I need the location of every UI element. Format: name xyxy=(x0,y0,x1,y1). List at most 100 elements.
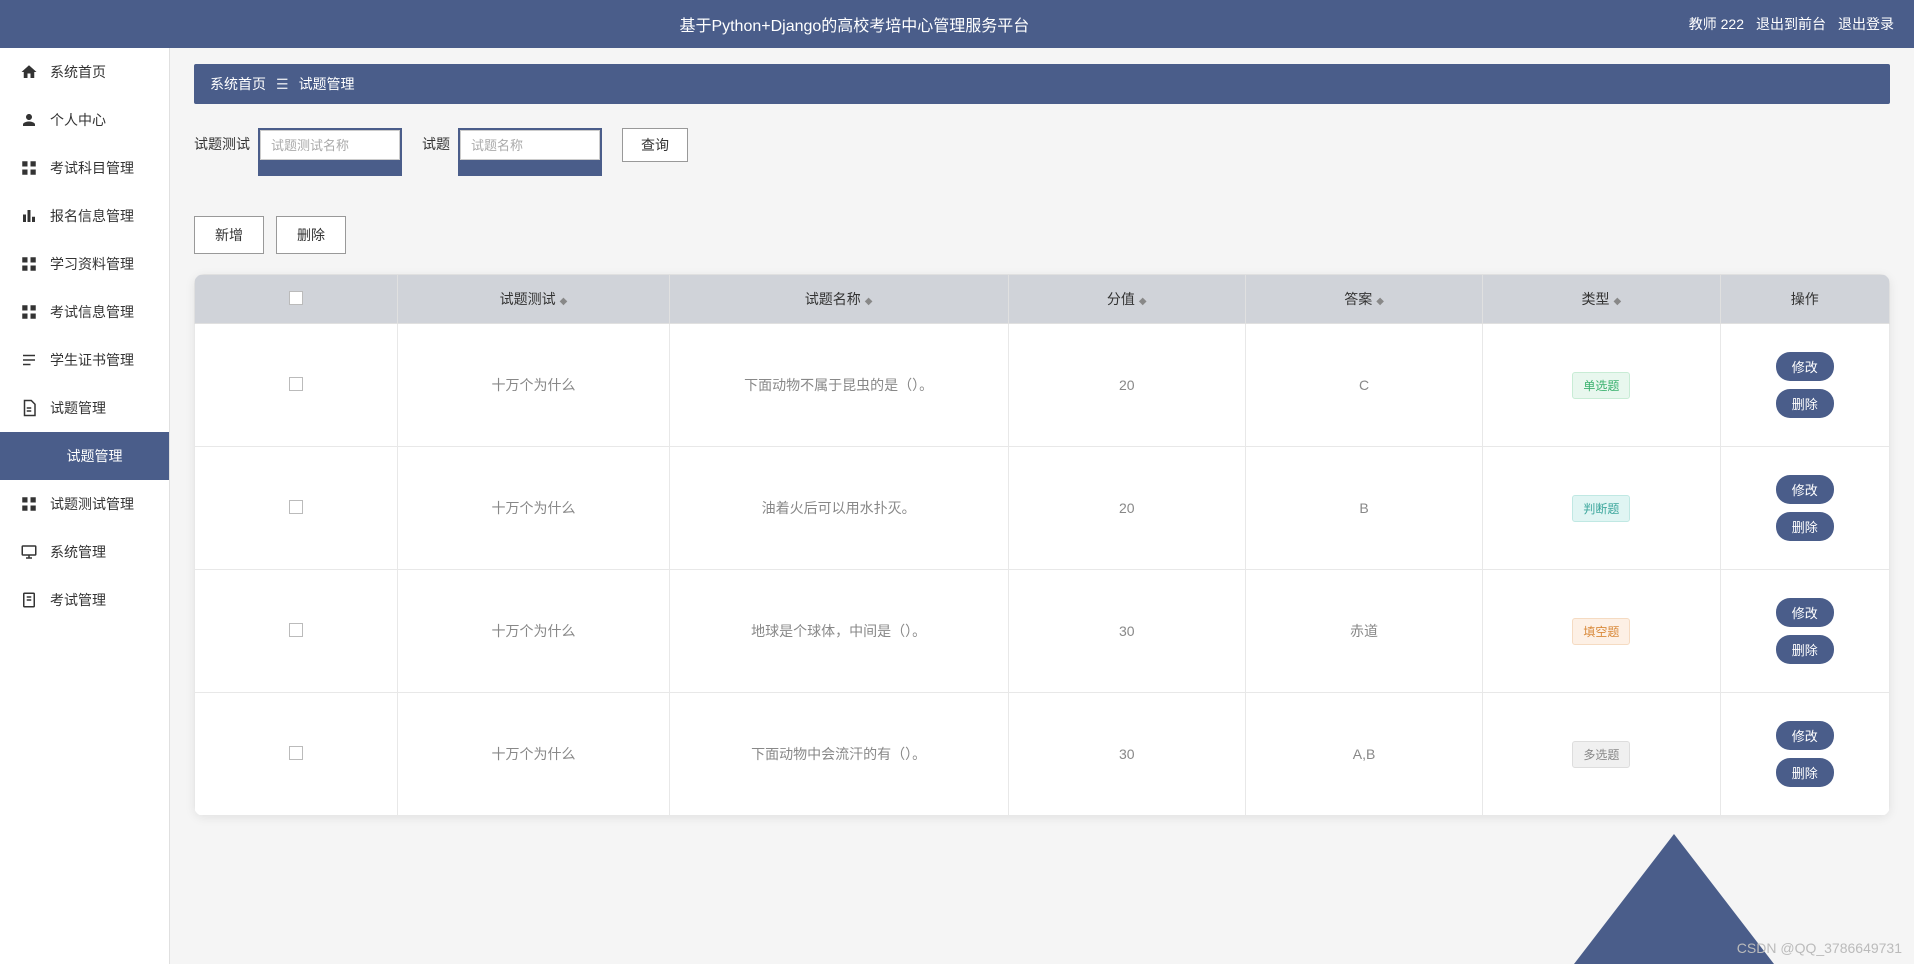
sidebar-item-1[interactable]: 个人中心 xyxy=(0,96,169,144)
logout-link[interactable]: 退出登录 xyxy=(1838,14,1894,34)
cell-score: 30 xyxy=(1008,570,1245,693)
sidebar-item-2[interactable]: 考试科目管理 xyxy=(0,144,169,192)
edit-button[interactable]: 修改 xyxy=(1776,721,1834,750)
grid-icon xyxy=(20,495,38,513)
edit-button[interactable]: 修改 xyxy=(1776,475,1834,504)
cell-test: 十万个为什么 xyxy=(398,693,669,816)
sidebar-item-9[interactable]: 试题测试管理 xyxy=(0,480,169,528)
sidebar: 系统首页个人中心考试科目管理报名信息管理学习资料管理考试信息管理学生证书管理试题… xyxy=(0,48,170,964)
cell-op: 修改 删除 xyxy=(1720,447,1890,570)
bars-icon xyxy=(20,207,38,225)
sidebar-item-label: 考试信息管理 xyxy=(50,302,134,322)
app-title: 基于Python+Django的高校考培中心管理服务平台 xyxy=(20,12,1689,36)
home-icon xyxy=(20,63,38,81)
filter-group-name: 试题 xyxy=(422,128,602,176)
input-wrap xyxy=(258,128,402,176)
table-row: 十万个为什么 地球是个球体，中间是（）。 30 赤道 填空题 修改 删除 xyxy=(195,570,1890,693)
type-tag: 多选题 xyxy=(1572,741,1630,768)
cell-test: 十万个为什么 xyxy=(398,324,669,447)
sidebar-item-3[interactable]: 报名信息管理 xyxy=(0,192,169,240)
doc-icon xyxy=(20,399,38,417)
cell-type: 单选题 xyxy=(1483,324,1720,447)
sidebar-item-label: 学生证书管理 xyxy=(50,350,134,370)
sidebar-item-5[interactable]: 考试信息管理 xyxy=(0,288,169,336)
row-checkbox[interactable] xyxy=(289,746,303,760)
sidebar-item-6[interactable]: 学生证书管理 xyxy=(0,336,169,384)
sidebar-item-label: 试题管理 xyxy=(50,398,106,418)
cell-name: 油着火后可以用水扑灭。 xyxy=(669,447,1008,570)
user-label[interactable]: 教师 222 xyxy=(1689,14,1744,34)
breadcrumb-separator-icon: ☰ xyxy=(276,76,289,93)
row-delete-button[interactable]: 删除 xyxy=(1776,635,1834,664)
th-answer[interactable]: 答案◆ xyxy=(1245,275,1482,324)
exam-icon xyxy=(20,591,38,609)
filter-test-input[interactable] xyxy=(260,130,400,160)
logout-front-link[interactable]: 退出到前台 xyxy=(1756,14,1826,34)
select-all-checkbox[interactable] xyxy=(289,291,303,305)
cell-answer: 赤道 xyxy=(1245,570,1482,693)
sidebar-item-4[interactable]: 学习资料管理 xyxy=(0,240,169,288)
filter-group-test: 试题测试 xyxy=(194,128,402,176)
cell-name: 下面动物不属于昆虫的是（）。 xyxy=(669,324,1008,447)
row-checkbox[interactable] xyxy=(289,377,303,391)
cell-answer: A,B xyxy=(1245,693,1482,816)
row-checkbox[interactable] xyxy=(289,623,303,637)
cell-test: 十万个为什么 xyxy=(398,570,669,693)
sidebar-item-10[interactable]: 系统管理 xyxy=(0,528,169,576)
table-row: 十万个为什么 下面动物中会流汗的有（）。 30 A,B 多选题 修改 删除 xyxy=(195,693,1890,816)
cell-name: 地球是个球体，中间是（）。 xyxy=(669,570,1008,693)
edit-button[interactable]: 修改 xyxy=(1776,598,1834,627)
sys-icon xyxy=(20,543,38,561)
filter-name-input[interactable] xyxy=(460,130,600,160)
th-name[interactable]: 试题名称◆ xyxy=(669,275,1008,324)
row-checkbox[interactable] xyxy=(289,500,303,514)
cell-op: 修改 删除 xyxy=(1720,324,1890,447)
edit-button[interactable]: 修改 xyxy=(1776,352,1834,381)
grid-icon xyxy=(20,255,38,273)
sidebar-item-label: 考试管理 xyxy=(50,590,106,610)
sidebar-item-label: 报名信息管理 xyxy=(50,206,134,226)
breadcrumb-home[interactable]: 系统首页 xyxy=(210,74,266,94)
table-container: 试题测试◆ 试题名称◆ 分值◆ 答案◆ 类型◆ 操作 十万个为什么 下面动物不属… xyxy=(194,274,1890,816)
sidebar-item-8[interactable]: 试题管理 xyxy=(0,432,169,480)
row-delete-button[interactable]: 删除 xyxy=(1776,758,1834,787)
th-type[interactable]: 类型◆ xyxy=(1483,275,1720,324)
cell-score: 20 xyxy=(1008,447,1245,570)
table-row: 十万个为什么 油着火后可以用水扑灭。 20 B 判断题 修改 删除 xyxy=(195,447,1890,570)
grid-icon xyxy=(20,159,38,177)
action-row: 新增 删除 xyxy=(194,216,1890,254)
main-content: 系统首页 ☰ 试题管理 试题测试 试题 查询 新增 删除 ↖ xyxy=(170,48,1914,964)
sidebar-item-0[interactable]: 系统首页 xyxy=(0,48,169,96)
add-button[interactable]: 新增 xyxy=(194,216,264,254)
sidebar-item-11[interactable]: 考试管理 xyxy=(0,576,169,624)
row-delete-button[interactable]: 删除 xyxy=(1776,389,1834,418)
cell-answer: B xyxy=(1245,447,1482,570)
cell-score: 20 xyxy=(1008,324,1245,447)
th-checkbox xyxy=(195,275,398,324)
watermark-text: CSDN @QQ_3786649731 xyxy=(1737,940,1902,956)
th-op: 操作 xyxy=(1720,275,1890,324)
delete-button[interactable]: 删除 xyxy=(276,216,346,254)
sort-icon: ◆ xyxy=(865,296,873,307)
filter-test-label: 试题测试 xyxy=(194,128,250,154)
th-test[interactable]: 试题测试◆ xyxy=(398,275,669,324)
type-tag: 判断题 xyxy=(1572,495,1630,522)
row-delete-button[interactable]: 删除 xyxy=(1776,512,1834,541)
table-row: 十万个为什么 下面动物不属于昆虫的是（）。 20 C 单选题 修改 删除 xyxy=(195,324,1890,447)
cell-op: 修改 删除 xyxy=(1720,570,1890,693)
breadcrumb-current: 试题管理 xyxy=(299,74,355,94)
cell-type: 填空题 xyxy=(1483,570,1720,693)
sidebar-item-7[interactable]: 试题管理 xyxy=(0,384,169,432)
cell-answer: C xyxy=(1245,324,1482,447)
cell-op: 修改 删除 xyxy=(1720,693,1890,816)
filter-name-label: 试题 xyxy=(422,128,450,154)
breadcrumb: 系统首页 ☰ 试题管理 xyxy=(194,64,1890,104)
search-button[interactable]: 查询 xyxy=(622,128,688,162)
input-wrap xyxy=(458,128,602,176)
th-score[interactable]: 分值◆ xyxy=(1008,275,1245,324)
cell-type: 判断题 xyxy=(1483,447,1720,570)
type-tag: 填空题 xyxy=(1572,618,1630,645)
header-right: 教师 222 退出到前台 退出登录 xyxy=(1689,14,1894,34)
sort-icon: ◆ xyxy=(1614,296,1622,307)
sidebar-item-label: 系统管理 xyxy=(50,542,106,562)
